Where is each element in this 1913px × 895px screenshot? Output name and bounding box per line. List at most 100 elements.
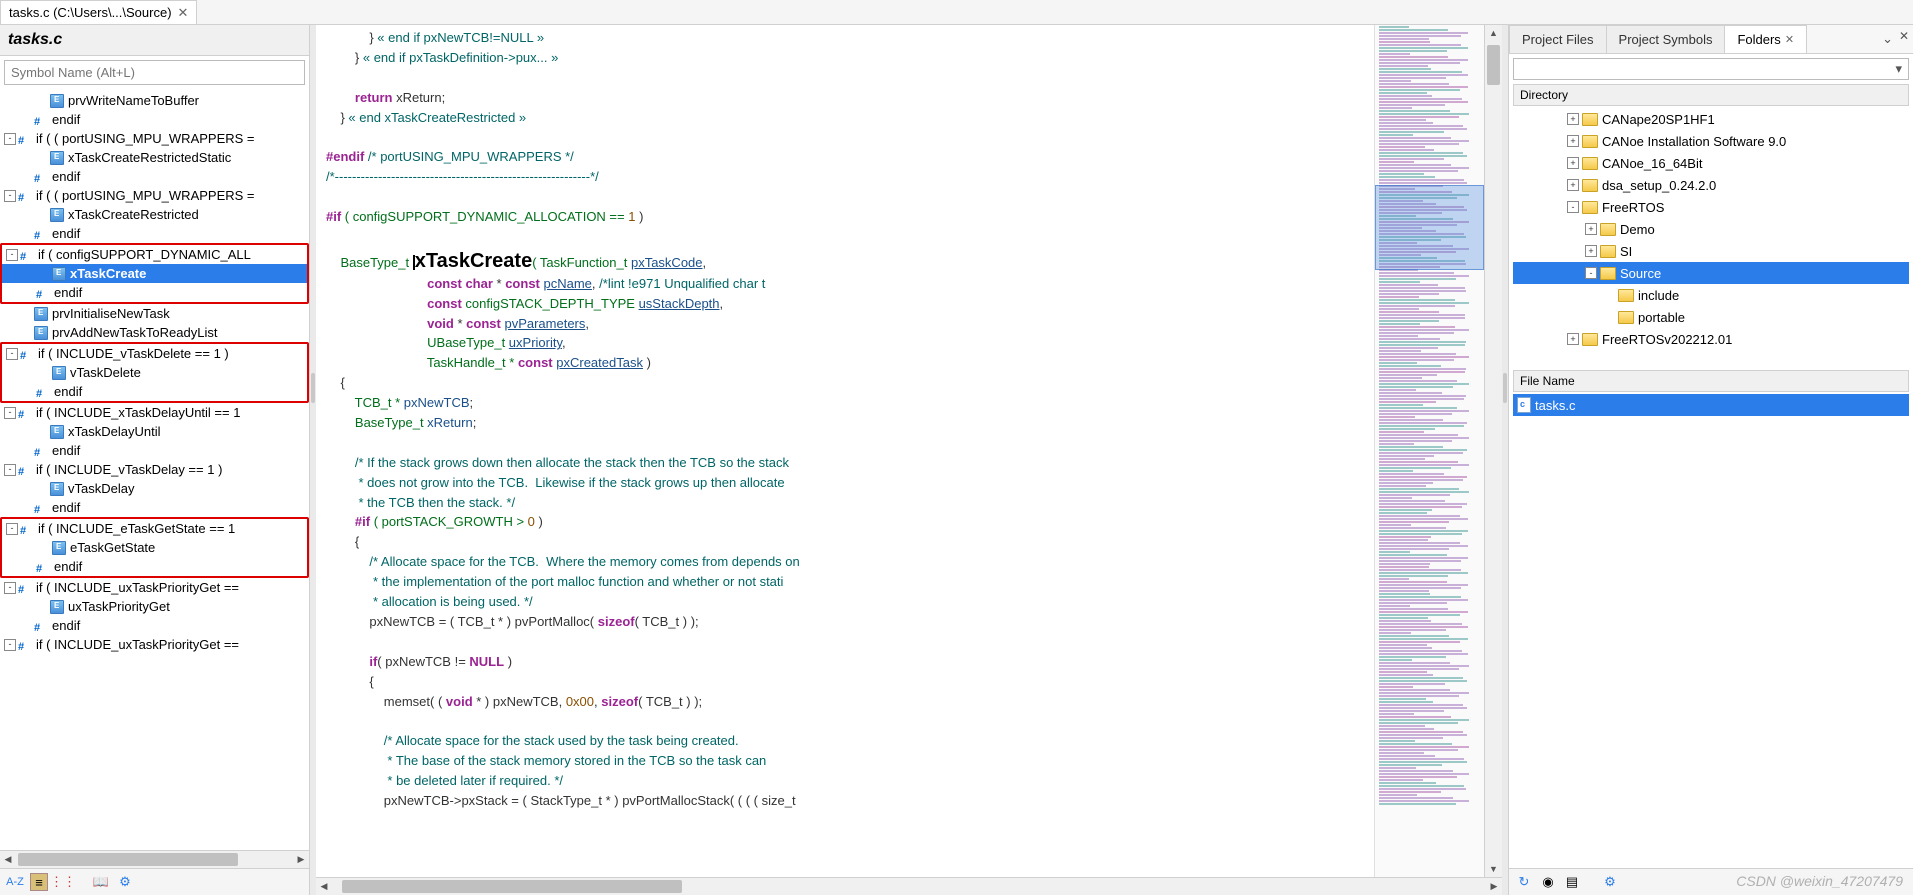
categories-icon[interactable]: ⋮⋮ [54,873,72,891]
outline-item[interactable]: -if ( INCLUDE_vTaskDelay == 1 ) [0,460,309,479]
sort-az-icon[interactable]: A-Z [6,873,24,891]
outline-item[interactable]: xTaskCreate [2,264,307,283]
tree-item[interactable]: include [1513,284,1909,306]
expander-icon[interactable]: + [1567,135,1579,147]
expander-icon[interactable]: - [1567,201,1579,213]
scroll-right-icon[interactable]: ▶ [1486,878,1502,895]
outline-item[interactable]: uxTaskPriorityGet [0,597,309,616]
expander-icon[interactable]: + [1567,333,1579,345]
scroll-down-icon[interactable]: ▼ [1485,861,1502,877]
outline-item[interactable]: endif [2,557,307,576]
outline-item[interactable]: -if ( ( portUSING_MPU_WRAPPERS = [0,186,309,205]
outline-item[interactable]: -if ( INCLUDE_uxTaskPriorityGet == [0,635,309,654]
tab-close-all-icon[interactable]: ✕ [1899,29,1909,43]
expander-icon[interactable]: - [4,464,16,476]
expander-icon[interactable]: + [1567,113,1579,125]
close-icon[interactable]: ✕ [1785,33,1794,46]
tree-item[interactable]: +CANape20SP1HF1 [1513,108,1909,130]
expander-icon[interactable]: + [1585,245,1597,257]
splitter-left[interactable] [310,25,316,895]
outline-item[interactable]: endif [0,498,309,517]
scroll-left-icon[interactable]: ◀ [316,878,332,895]
tree-item[interactable]: +Demo [1513,218,1909,240]
code-area[interactable]: } « end if pxNewTCB!=NULL » } « end if p… [316,25,1374,877]
outline-item[interactable]: endif [0,224,309,243]
expander-icon[interactable]: + [1585,223,1597,235]
directory-tree[interactable]: +CANape20SP1HF1+CANoe Installation Softw… [1513,108,1909,368]
close-icon[interactable]: ✕ [178,5,189,21]
outline-item[interactable]: prvInitialiseNewTask [0,304,309,323]
globe-icon[interactable]: ◉ [1539,873,1557,891]
gear-icon[interactable]: ⚙ [1601,873,1619,891]
outline-item[interactable]: endif [2,283,307,302]
outline-item[interactable]: xTaskCreateRestrictedStatic [0,148,309,167]
splitter-right[interactable] [1502,25,1508,895]
folder-combo[interactable]: ▾ [1513,58,1909,80]
expander-icon[interactable]: - [4,190,16,202]
list-icon[interactable]: ≡ [30,873,48,891]
hscroll-thumb[interactable] [18,853,238,866]
outline-item[interactable]: endif [0,616,309,635]
outline-item[interactable]: endif [0,441,309,460]
expander-icon[interactable]: - [4,133,16,145]
gear-icon[interactable]: ⚙ [116,873,134,891]
editor-hscroll[interactable]: ◀ ▶ [316,877,1502,895]
outline-item[interactable]: -if ( INCLUDE_xTaskDelayUntil == 1 [0,403,309,422]
outline-item[interactable]: -if ( INCLUDE_vTaskDelete == 1 ) [2,344,307,363]
expander-icon[interactable]: - [6,249,18,261]
outline-item[interactable]: prvAddNewTaskToReadyList [0,323,309,342]
file-list[interactable]: tasks.c [1513,394,1909,866]
refresh-icon[interactable]: ↻ [1515,873,1533,891]
outline-item[interactable]: -if ( configSUPPORT_DYNAMIC_ALL [2,245,307,264]
book-icon[interactable]: 📖 [92,873,110,891]
expander-icon[interactable]: + [1567,179,1579,191]
outline-item[interactable]: vTaskDelete [2,363,307,382]
outline-item[interactable]: -if ( INCLUDE_uxTaskPriorityGet == [0,578,309,597]
outline-item[interactable]: -if ( ( portUSING_MPU_WRAPPERS = [0,129,309,148]
outline-item[interactable]: -if ( INCLUDE_eTaskGetState == 1 [2,519,307,538]
outline-item[interactable]: endif [0,167,309,186]
editor-vscroll[interactable]: ▲ ▼ [1484,25,1502,877]
scroll-left-icon[interactable]: ◀ [0,851,16,868]
symbol-search-input[interactable] [4,60,305,85]
tree-item[interactable]: +CANoe_16_64Bit [1513,152,1909,174]
outline-item[interactable]: endif [0,110,309,129]
properties-icon[interactable]: ▤ [1563,873,1581,891]
tree-item[interactable]: +FreeRTOSv202212.01 [1513,328,1909,350]
tree-item[interactable]: portable [1513,306,1909,328]
file-tab[interactable]: tasks.c (C:\Users\...\Source) ✕ [0,0,197,24]
tree-item[interactable]: -FreeRTOS [1513,196,1909,218]
outline-item[interactable]: prvWriteNameToBuffer [0,91,309,110]
outline-item[interactable]: eTaskGetState [2,538,307,557]
outline-hscroll[interactable]: ◀ ▶ [0,850,309,868]
hscroll-thumb[interactable] [342,880,682,893]
vscroll-thumb[interactable] [1487,45,1500,85]
tab-overflow-icon[interactable]: ⌄ [1882,31,1893,47]
tab-folders[interactable]: Folders✕ [1724,25,1807,53]
expander-icon[interactable]: - [6,348,18,360]
scroll-up-icon[interactable]: ▲ [1485,25,1502,41]
outline-item[interactable]: xTaskCreateRestricted [0,205,309,224]
tree-item[interactable]: +SI [1513,240,1909,262]
scroll-right-icon[interactable]: ▶ [293,851,309,868]
file-row[interactable]: tasks.c [1513,394,1909,416]
minimap[interactable] [1374,25,1484,877]
outline-item[interactable]: xTaskDelayUntil [0,422,309,441]
minimap-viewport[interactable] [1375,185,1484,270]
tree-item[interactable]: -Source [1513,262,1909,284]
outline-item[interactable]: endif [2,382,307,401]
expander-icon[interactable]: - [4,639,16,651]
expander-icon[interactable]: - [6,523,18,535]
tab-project-symbols[interactable]: Project Symbols [1606,25,1726,53]
outline-item[interactable]: vTaskDelay [0,479,309,498]
function-icon [50,94,64,108]
expander-icon[interactable]: + [1567,157,1579,169]
expander-icon[interactable]: - [1585,267,1597,279]
outline-tree[interactable]: prvWriteNameToBufferendif-if ( ( portUSI… [0,89,309,850]
tree-item[interactable]: +dsa_setup_0.24.2.0 [1513,174,1909,196]
folder-icon [1600,267,1616,280]
tab-project-files[interactable]: Project Files [1509,25,1607,53]
expander-icon[interactable]: - [4,582,16,594]
tree-item[interactable]: +CANoe Installation Software 9.0 [1513,130,1909,152]
expander-icon[interactable]: - [4,407,16,419]
